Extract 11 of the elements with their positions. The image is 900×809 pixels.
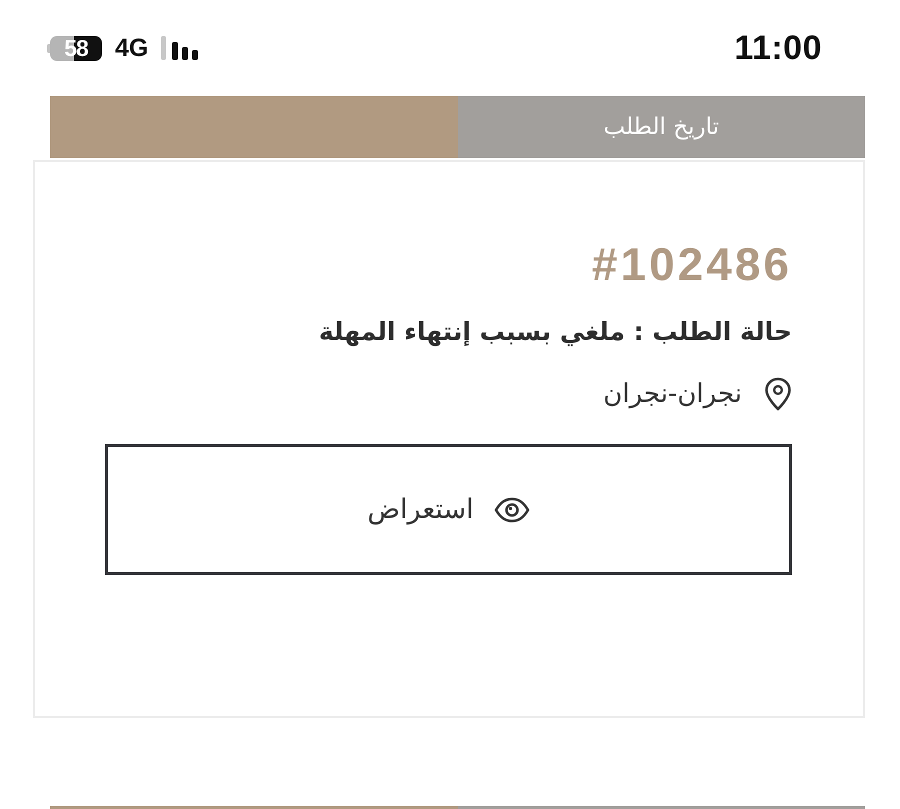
tab[interactable] [50, 96, 458, 158]
network-type: 4G [115, 34, 148, 62]
clock-time: 11:00 [734, 28, 822, 68]
order-status: حالة الطلب : ملغي بسبب إنتهاء المهلة [318, 316, 792, 348]
location-pin-icon [764, 377, 792, 411]
order-location: نجران-نجران [603, 378, 742, 411]
eye-icon [494, 496, 530, 522]
view-button[interactable]: استعراض [105, 444, 792, 575]
tab[interactable] [50, 806, 458, 809]
tab[interactable] [458, 806, 865, 809]
order-number: #102486 [590, 237, 792, 292]
